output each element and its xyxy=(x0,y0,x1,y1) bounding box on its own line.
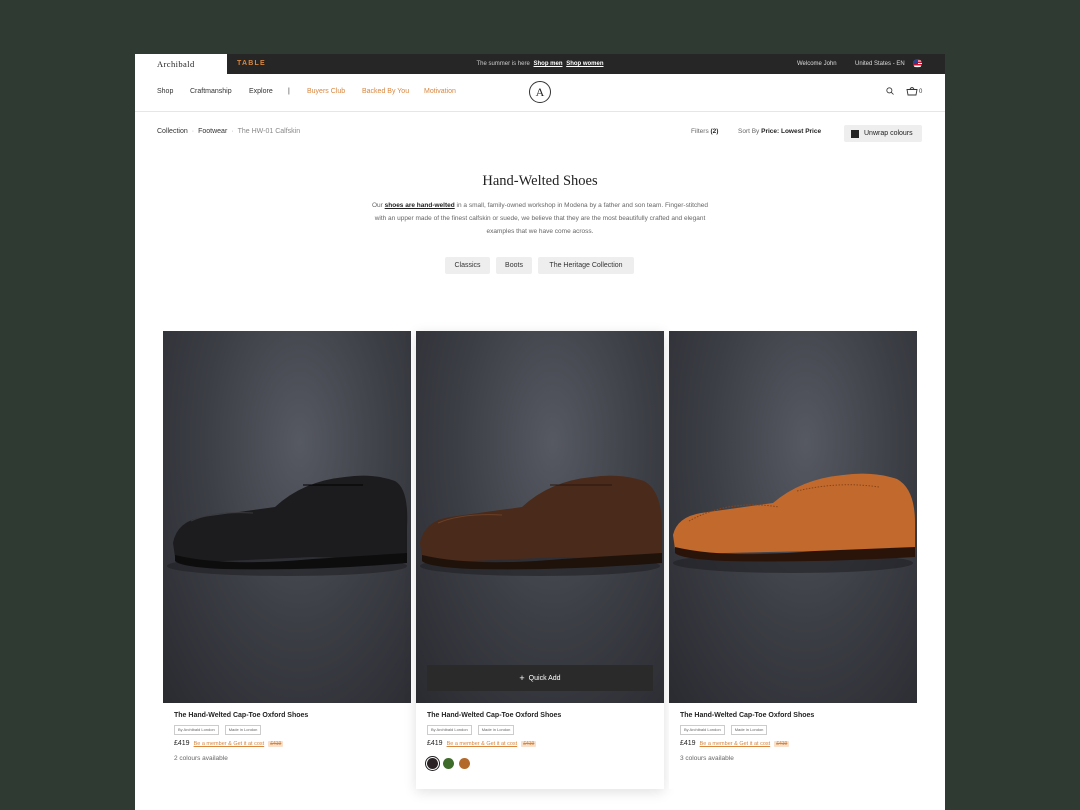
quick-add-label: Quick Add xyxy=(528,674,561,682)
breadcrumb-collection[interactable]: Collection xyxy=(157,128,188,135)
colours-available: 2 colours available xyxy=(174,755,228,762)
price-row: £419 Be a member & Get it at cost £419 xyxy=(427,740,537,747)
unwrap-colours-button[interactable]: Unwrap colours xyxy=(844,125,922,142)
nav-separator: | xyxy=(288,88,290,95)
member-link[interactable]: Be a member & Get it at cost xyxy=(447,741,518,747)
square-icon xyxy=(851,129,859,138)
sort-dropdown[interactable]: Sort By Price: Lowest Price xyxy=(738,128,821,135)
product-price: £419 xyxy=(427,740,443,747)
product-name[interactable]: The Hand-Welted Cap-Toe Oxford Shoes xyxy=(680,712,814,719)
swatch-black[interactable] xyxy=(427,758,438,769)
product-name[interactable]: The Hand-Welted Cap-Toe Oxford Shoes xyxy=(174,712,308,719)
search-icon[interactable] xyxy=(886,87,894,95)
product-badges: By Archibald London Made in London xyxy=(174,725,262,735)
member-link[interactable]: Be a member & Get it at cost xyxy=(700,741,771,747)
filters-button[interactable]: Filters (2) xyxy=(691,128,718,135)
breadcrumb-current: The HW-01 Calfskin xyxy=(237,128,301,135)
quick-add-button[interactable]: + Quick Add xyxy=(427,665,653,691)
nav-item-motivation[interactable]: Motivation xyxy=(424,74,456,109)
chip-heritage-collection[interactable]: The Heritage Collection xyxy=(538,257,634,274)
shop-men-link[interactable]: Shop men xyxy=(534,61,563,67)
nav-item-buyers-club[interactable]: Buyers Club xyxy=(307,74,345,109)
region-selector[interactable]: United States - EN xyxy=(855,54,905,74)
product-card[interactable]: + Quick Add The Hand-Welted Cap-Toe Oxfor… xyxy=(416,331,664,789)
badge-origin: Made in London xyxy=(730,725,768,735)
product-listing-page: Archibald TABLE The summer is here Shop … xyxy=(135,54,945,810)
badge-brand: By Archibald London xyxy=(680,725,725,735)
sort-value: Price: Lowest Price xyxy=(761,128,822,135)
nav-item-craftmanship[interactable]: Craftmanship xyxy=(190,74,232,109)
nav-item-backed-by-you[interactable]: Backed By You xyxy=(362,74,409,109)
top-bar: Archibald TABLE The summer is here Shop … xyxy=(135,54,945,74)
breadcrumb-separator: · xyxy=(231,128,234,135)
shoe-illustration xyxy=(420,475,662,576)
product-price: £419 xyxy=(680,740,696,747)
filters-count: (2) xyxy=(710,128,719,135)
chip-boots[interactable]: Boots xyxy=(496,257,532,274)
product-image[interactable] xyxy=(163,331,411,703)
member-price: £419 xyxy=(774,740,790,747)
nav-item-explore[interactable]: Explore xyxy=(249,74,273,109)
desc-prefix: Our xyxy=(371,202,383,209)
colour-swatches xyxy=(427,758,470,769)
promo-text: The summer is here xyxy=(476,61,530,67)
product-badges: By Archibald London Made in London xyxy=(680,725,768,735)
product-card[interactable]: The Hand-Welted Cap-Toe Oxford Shoes By … xyxy=(163,331,411,789)
swatch-green[interactable] xyxy=(443,758,454,769)
unwrap-label: Unwrap colours xyxy=(864,130,913,137)
product-card[interactable]: The Hand-Welted Cap-Toe Oxford Shoes By … xyxy=(669,331,917,789)
cart-icon[interactable] xyxy=(906,86,918,96)
badge-origin: Made in London xyxy=(224,725,262,735)
page-description: Our shoes are hand-welted in a small, fa… xyxy=(370,199,710,238)
breadcrumb-separator: · xyxy=(191,128,195,135)
nav-item-shop[interactable]: Shop xyxy=(157,74,173,109)
cart-count: 0 xyxy=(919,89,923,95)
price-row: £419 Be a member & Get it at cost £419 xyxy=(680,740,790,747)
filters-label: Filters xyxy=(691,128,709,135)
shoe-illustration xyxy=(673,473,915,573)
plus-icon: + xyxy=(519,673,525,683)
product-name[interactable]: The Hand-Welted Cap-Toe Oxford Shoes xyxy=(427,712,561,719)
member-price: £419 xyxy=(268,740,284,747)
member-link[interactable]: Be a member & Get it at cost xyxy=(194,741,265,747)
badge-origin: Made in London xyxy=(477,725,515,735)
sort-label: Sort By xyxy=(738,128,760,135)
page-title: Hand-Welted Shoes xyxy=(482,173,598,189)
price-row: £419 Be a member & Get it at cost £419 xyxy=(174,740,284,747)
badge-brand: By Archibald London xyxy=(174,725,219,735)
colours-available: 3 colours available xyxy=(680,755,734,762)
chip-classics[interactable]: Classics xyxy=(445,257,490,274)
center-logo[interactable]: A xyxy=(529,81,551,103)
product-image[interactable]: + Quick Add xyxy=(416,331,664,703)
main-nav: Shop Craftmanship Explore | Buyers Club … xyxy=(135,74,945,112)
product-badges: By Archibald London Made in London xyxy=(427,725,515,735)
shop-women-link[interactable]: Shop women xyxy=(566,61,603,67)
product-image[interactable] xyxy=(669,331,917,703)
breadcrumb-footwear[interactable]: Footwear xyxy=(198,128,227,135)
breadcrumb: Collection · Footwear · The HW-01 Calfskin xyxy=(157,128,300,135)
shoe-illustration xyxy=(167,475,408,576)
hand-welted-link[interactable]: shoes are hand-welted xyxy=(385,202,455,209)
welcome-text[interactable]: Welcome John xyxy=(797,54,837,74)
badge-brand: By Archibald London xyxy=(427,725,472,735)
swatch-tan[interactable] xyxy=(459,758,470,769)
member-price: £419 xyxy=(521,740,537,747)
product-price: £419 xyxy=(174,740,190,747)
us-flag-icon[interactable] xyxy=(913,59,922,68)
